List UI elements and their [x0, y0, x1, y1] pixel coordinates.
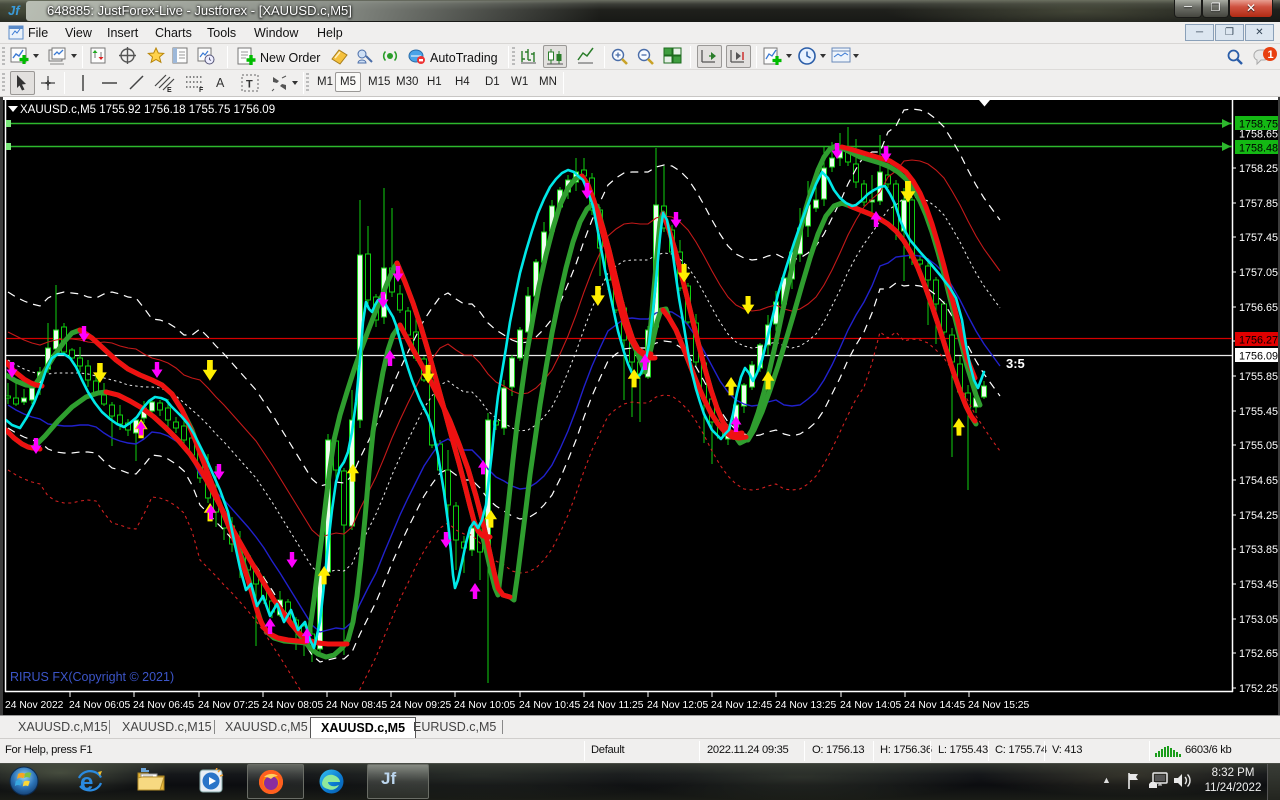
- svg-text:24 Nov 06:05: 24 Nov 06:05: [69, 700, 131, 711]
- svg-text:1757.45: 1757.45: [1239, 232, 1278, 244]
- svg-text:1755.85: 1755.85: [1239, 371, 1278, 383]
- svg-text:24 Nov 12:05: 24 Nov 12:05: [647, 700, 709, 711]
- svg-text:1758.48: 1758.48: [1239, 143, 1278, 155]
- svg-text:1755.05: 1755.05: [1239, 440, 1278, 452]
- svg-text:1752.65: 1752.65: [1239, 648, 1278, 660]
- svg-text:1756.27: 1756.27: [1239, 335, 1278, 347]
- svg-text:XAUUSD.c,M5 1755.92 1756.18 1: XAUUSD.c,M5 1755.92 1756.18 1755.75 1756…: [20, 104, 275, 116]
- svg-text:24 Nov 14:05: 24 Nov 14:05: [840, 700, 902, 711]
- svg-text:1758.25: 1758.25: [1239, 163, 1278, 175]
- svg-text:24 Nov 10:05: 24 Nov 10:05: [454, 700, 516, 711]
- svg-text:1756.65: 1756.65: [1239, 302, 1278, 314]
- svg-text:1755.45: 1755.45: [1239, 406, 1278, 418]
- svg-text:1753.05: 1753.05: [1239, 614, 1278, 626]
- svg-text:1758.75: 1758.75: [1239, 119, 1278, 131]
- svg-text:24 Nov 11:25: 24 Nov 11:25: [583, 700, 644, 711]
- svg-text:RIRUS FX(Copyright © 2021): RIRUS FX(Copyright © 2021): [10, 670, 174, 684]
- svg-text:24 Nov 06:45: 24 Nov 06:45: [133, 700, 195, 711]
- svg-text:24 Nov 07:25: 24 Nov 07:25: [198, 700, 260, 711]
- svg-text:1756.09: 1756.09: [1239, 351, 1278, 363]
- svg-text:1: 1: [1268, 49, 1274, 61]
- svg-text:1753.85: 1753.85: [1239, 544, 1278, 556]
- svg-text:1752.25: 1752.25: [1239, 683, 1278, 695]
- svg-text:24 Nov 08:05: 24 Nov 08:05: [262, 700, 324, 711]
- svg-text:24 Nov 13:25: 24 Nov 13:25: [775, 700, 837, 711]
- svg-text:24 Nov 10:45: 24 Nov 10:45: [519, 700, 581, 711]
- svg-text:24 Nov 09:25: 24 Nov 09:25: [390, 700, 452, 711]
- svg-text:1754.25: 1754.25: [1239, 510, 1278, 522]
- svg-text:F: F: [199, 87, 204, 93]
- svg-text:24 Nov 2022: 24 Nov 2022: [5, 700, 64, 711]
- svg-text:T: T: [246, 79, 253, 91]
- svg-text:E: E: [167, 87, 172, 93]
- svg-text:1754.65: 1754.65: [1239, 475, 1278, 487]
- svg-text:1753.45: 1753.45: [1239, 579, 1278, 591]
- svg-text:24 Nov 12:45: 24 Nov 12:45: [711, 700, 773, 711]
- svg-text:1757.85: 1757.85: [1239, 198, 1278, 210]
- svg-text:1757.05: 1757.05: [1239, 267, 1278, 279]
- svg-text:24 Nov 14:45: 24 Nov 14:45: [904, 700, 966, 711]
- svg-text:3:5: 3:5: [1006, 356, 1025, 371]
- svg-text:24 Nov 08:45: 24 Nov 08:45: [326, 700, 388, 711]
- svg-text:24 Nov 15:25: 24 Nov 15:25: [968, 700, 1030, 711]
